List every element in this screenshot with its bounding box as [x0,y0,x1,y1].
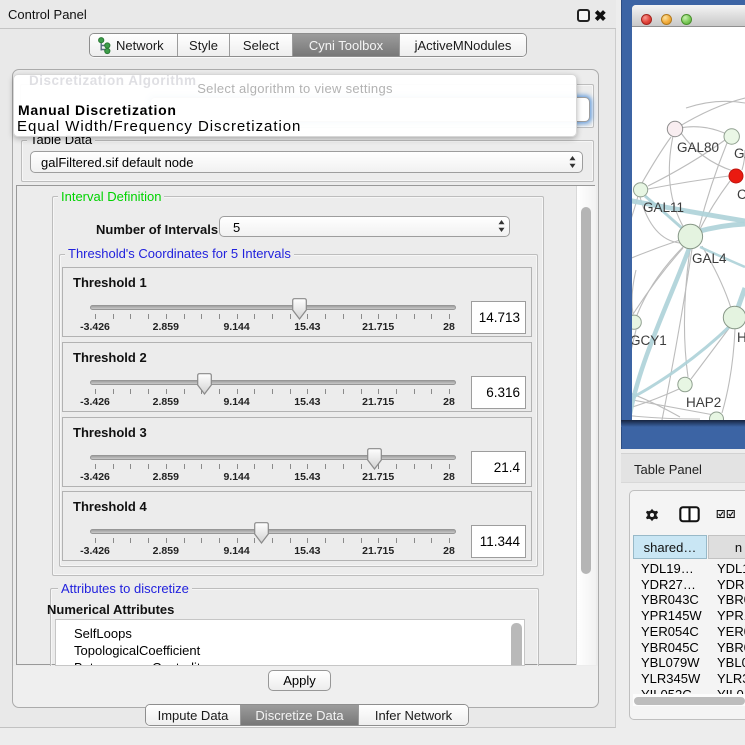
svg-text:GAL4: GAL4 [692,251,727,266]
svg-text:C: C [737,187,745,202]
svg-text:HAP2: HAP2 [686,395,721,410]
svg-text:GAL80: GAL80 [677,140,719,155]
svg-text:H: H [737,330,745,345]
svg-text:GCY1: GCY1 [632,333,667,348]
svg-text:GAL11: GAL11 [643,200,684,215]
svg-text:GA: GA [734,146,745,161]
